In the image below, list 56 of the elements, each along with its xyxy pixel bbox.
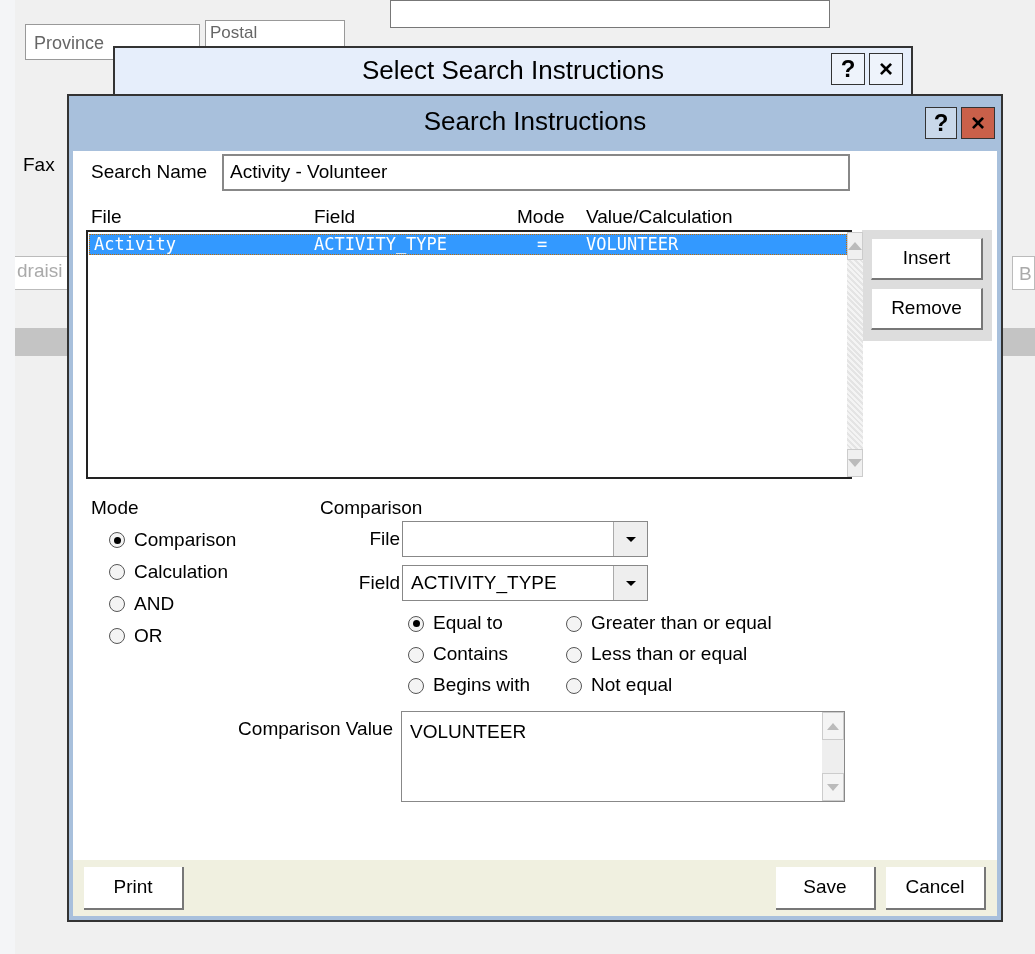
radio-option[interactable]: Begins with [408,670,566,701]
dialog-title: Search Instructions [423,105,647,138]
down-arrow-icon [827,783,839,791]
help-button[interactable]: ? [925,107,957,139]
list-cell-text: Activity [93,232,177,256]
field-label: Field [357,570,401,595]
radio-option[interactable]: Equal to [408,608,566,639]
radio-button[interactable] [109,628,125,644]
field-label: Comparison Value [237,717,394,741]
radio-button[interactable] [109,564,125,580]
group-label: Mode [90,496,140,520]
radio-button[interactable] [408,615,424,632]
down-arrow-icon [848,459,862,467]
close-button[interactable]: × [961,107,995,139]
column-header: Field [314,205,357,227]
radio-option[interactable]: Comparison [109,524,320,556]
column-header: Mode [517,205,566,227]
radio-button[interactable] [566,646,582,663]
dropdown-arrow-icon [625,580,636,586]
radio-button[interactable] [109,532,125,548]
footer-button[interactable]: Print [84,866,184,910]
help-button[interactable]: ? [831,53,865,85]
field-dropdown[interactable]: ACTIVITY_TYPE [402,565,648,601]
column-header: File [91,205,123,227]
radio-option[interactable]: Contains [408,639,566,670]
list-action-button[interactable]: Remove [871,288,983,330]
close-button[interactable]: × [869,53,903,85]
up-arrow-icon [827,722,839,730]
footer-button[interactable]: Cancel [886,866,986,910]
field-label: Search Name [90,159,209,184]
radio-option[interactable]: Less than or equal [566,639,816,670]
radio-button[interactable] [408,646,424,663]
field-label: Fax [23,153,55,177]
radio-button[interactable] [109,596,125,612]
comparison-value-field[interactable]: VOLUNTEER [401,711,845,802]
column-header: Value/Calculation [586,205,734,227]
search-name-field[interactable]: Activity - Volunteer [222,153,850,191]
up-arrow-icon [848,242,862,250]
radio-option[interactable]: Greater than or equal [566,608,816,639]
list-cell-text: VOLUNTEER [586,232,680,256]
list-action-button[interactable]: Insert [871,238,983,280]
file-dropdown[interactable] [402,521,648,557]
dialog-title: Select Search Instructions [361,53,664,87]
footer-button[interactable]: Save [776,866,876,910]
radio-option[interactable]: Not equal [566,670,816,701]
radio-option[interactable]: OR [109,620,320,652]
group-label: Comparison [320,496,424,520]
radio-button[interactable] [408,677,424,694]
list-cell-text: ACTIVITY_TYPE [314,232,449,256]
radio-option[interactable]: AND [109,588,320,620]
radio-option[interactable]: Calculation [109,556,320,588]
dropdown-arrow-icon [625,536,636,542]
field-label: File [368,526,401,551]
radio-button[interactable] [566,615,582,632]
radio-button[interactable] [566,677,582,694]
list-cell-text: = [536,232,549,256]
